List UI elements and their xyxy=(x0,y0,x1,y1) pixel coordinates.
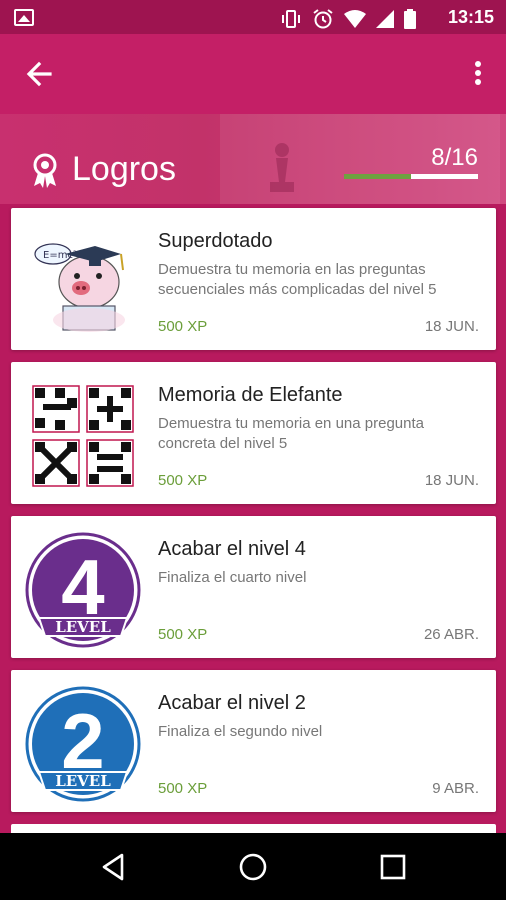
achievement-date: 18 JUN. xyxy=(424,472,479,489)
status-bar: 13:15 xyxy=(0,0,506,34)
app-bar xyxy=(0,34,506,114)
level-2-badge: 2 LEVEL xyxy=(25,686,141,802)
header-title: Logros xyxy=(30,150,176,189)
achievements-progress-fill xyxy=(344,174,411,179)
level-4-badge: 4 LEVEL xyxy=(25,532,141,648)
nav-back-icon[interactable] xyxy=(98,851,130,883)
achievement-description: Finaliza el cuarto nivel xyxy=(158,569,307,586)
nav-home-icon[interactable] xyxy=(237,851,269,883)
badge-label: LEVEL xyxy=(55,772,111,790)
nav-recents-icon[interactable] xyxy=(377,851,409,883)
badge-label: LEVEL xyxy=(55,618,111,636)
achievement-card[interactable]: Memoria de Elefante Demuestra tu memoria… xyxy=(11,362,496,504)
image-icon xyxy=(14,9,34,26)
achievements-progress-count: 8/16 xyxy=(431,144,478,171)
achievement-description: Demuestra tu memoria en una pregunta con… xyxy=(158,415,424,452)
achievement-card[interactable]: 4 LEVEL Acabar el nivel 4 Finaliza el cu… xyxy=(11,516,496,658)
achievements-header: Logros 8/16 xyxy=(0,114,506,204)
achievement-name: Acabar el nivel 4 xyxy=(158,538,306,560)
math-operators-grid xyxy=(25,378,141,494)
signal-icon xyxy=(376,10,394,28)
more-vert-icon xyxy=(475,61,481,85)
achievement-name: Memoria de Elefante xyxy=(158,384,343,406)
achievements-progress-bar xyxy=(344,174,478,179)
overflow-menu-button[interactable] xyxy=(466,56,490,92)
achievement-xp: 500 XP xyxy=(158,626,208,643)
achievement-description: Demuestra tu memoria en las preguntas se… xyxy=(158,261,437,298)
achievement-xp: 500 XP xyxy=(158,780,208,797)
battery-icon xyxy=(404,9,416,29)
achievement-date: 9 ABR. xyxy=(432,780,479,797)
status-icons xyxy=(280,8,416,30)
page-title: Logros xyxy=(72,150,176,188)
award-ribbon-icon xyxy=(33,153,57,188)
achievement-date: 18 JUN. xyxy=(424,318,479,335)
achievement-name: Acabar el nivel 2 xyxy=(158,692,306,714)
achievement-name: Superdotado xyxy=(158,230,273,252)
achievement-xp: 500 XP xyxy=(158,472,208,489)
achievement-card[interactable]: 2 LEVEL Acabar el nivel 2 Finaliza el se… xyxy=(11,670,496,812)
back-button[interactable] xyxy=(22,56,58,92)
genius-pig-illustration: E=mc² xyxy=(25,224,141,340)
chess-pawn-decoration xyxy=(270,143,294,192)
arrow-back-icon xyxy=(26,61,52,87)
achievement-description: Finaliza el segundo nivel xyxy=(158,723,323,740)
alarm-icon xyxy=(313,9,333,29)
system-navigation-bar xyxy=(0,833,506,900)
vibrate-icon xyxy=(282,10,300,28)
status-time: 13:15 xyxy=(447,7,494,27)
achievement-xp: 500 XP xyxy=(158,318,208,335)
wifi-icon xyxy=(344,10,366,28)
achievement-card[interactable]: E=mc² Superdotado Demuestra tu memoria e… xyxy=(11,208,496,350)
achievement-date: 26 ABR. xyxy=(423,626,479,643)
